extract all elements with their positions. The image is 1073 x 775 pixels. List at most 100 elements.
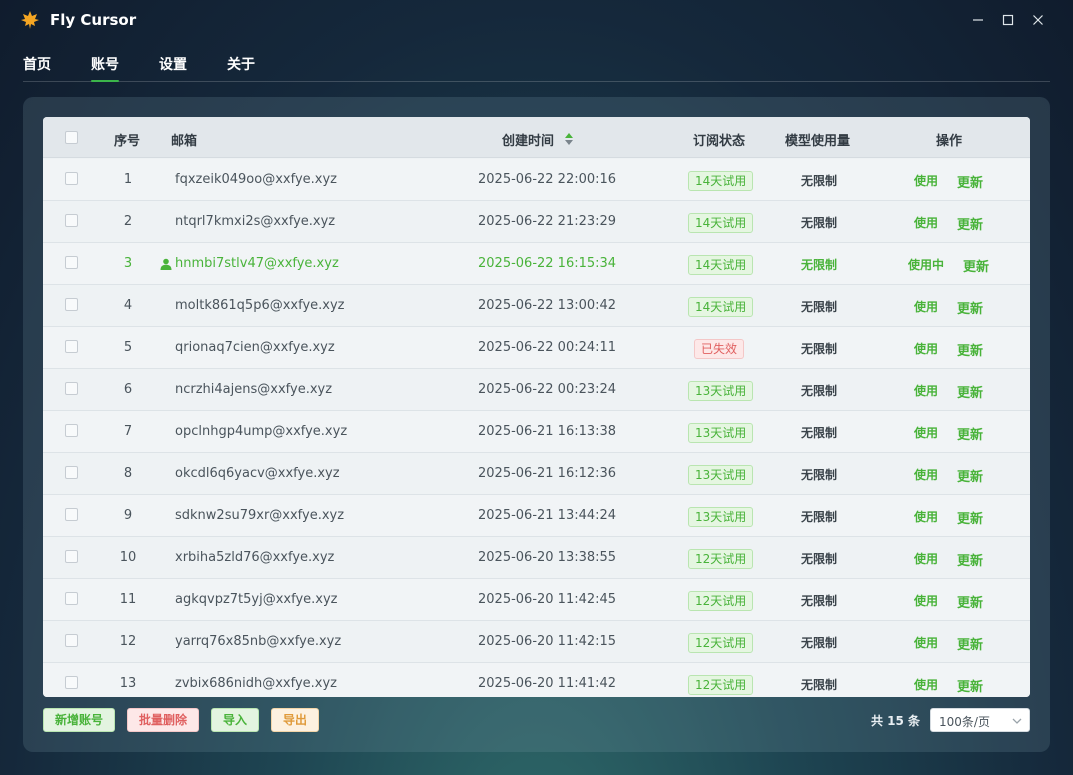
update-button[interactable]: 更新 — [957, 508, 983, 527]
status-badge: 14天试用 — [688, 171, 754, 191]
update-button[interactable]: 更新 — [957, 172, 983, 191]
table-row: 6 ncrzhi4ajens@xxfye.xyz 2025-06-22 00:23:… — [43, 369, 1030, 411]
tab-home[interactable]: 首页 — [23, 54, 51, 74]
table-row: 12 yarrq76x85nb@xxfye.xyz 2025-06-20 11:42… — [43, 621, 1030, 663]
maximize-icon — [1002, 14, 1014, 26]
use-button[interactable]: 使用 — [914, 214, 938, 231]
row-created: 2025-06-22 22:00:16 — [478, 172, 617, 187]
use-button[interactable]: 使用 — [914, 424, 938, 441]
row-created: 2025-06-20 11:41:42 — [478, 676, 617, 691]
row-usage: 无限制 — [801, 384, 838, 398]
chevron-down-icon — [1012, 718, 1022, 724]
update-button[interactable]: 更新 — [957, 340, 983, 359]
close-button[interactable] — [1028, 10, 1048, 30]
use-button[interactable]: 使用 — [914, 592, 938, 609]
use-button[interactable]: 使用 — [914, 550, 938, 567]
page-size-select[interactable]: 100条/页 — [930, 708, 1030, 732]
row-email: hnmbi7stlv47@xxfye.xyz — [175, 256, 339, 271]
update-button[interactable]: 更新 — [957, 592, 983, 611]
table-row: 1 fqxzeik049oo@xxfye.xyz 2025-06-22 22:00:… — [43, 159, 1030, 201]
table-row: 5 qrionaq7cien@xxfye.xyz 2025-06-22 00:24:… — [43, 327, 1030, 369]
row-email: ncrzhi4ajens@xxfye.xyz — [175, 382, 333, 397]
status-badge: 13天试用 — [688, 423, 754, 443]
user-icon — [160, 258, 172, 270]
status-badge: 14天试用 — [688, 255, 754, 275]
title-bar: Fly Cursor — [0, 0, 1073, 40]
row-usage: 无限制 — [801, 342, 838, 356]
sort-icon[interactable] — [564, 132, 574, 146]
add-account-button[interactable]: 新增账号 — [43, 708, 115, 732]
import-button[interactable]: 导入 — [211, 708, 259, 732]
status-badge: 已失效 — [694, 339, 745, 359]
header-usage: 模型使用量 — [785, 134, 851, 149]
update-button[interactable]: 更新 — [957, 424, 983, 443]
batch-delete-button[interactable]: 批量删除 — [127, 708, 199, 732]
row-created: 2025-06-20 11:42:45 — [478, 592, 617, 607]
table-row: 11 agkqvpz7t5yj@xxfye.xyz 2025-06-20 11:42… — [43, 579, 1030, 621]
update-button[interactable]: 更新 — [957, 634, 983, 653]
use-button[interactable]: 使用 — [914, 382, 938, 399]
row-usage: 无限制 — [801, 300, 838, 314]
table-body: 1 fqxzeik049oo@xxfye.xyz 2025-06-22 22:00:… — [43, 159, 1030, 697]
row-email: ntqrl7kmxi2s@xxfye.xyz — [175, 214, 336, 229]
status-badge: 12天试用 — [688, 549, 754, 569]
update-button[interactable]: 更新 — [957, 214, 983, 233]
maple-leaf-icon — [21, 11, 39, 29]
status-badge: 14天试用 — [688, 213, 754, 233]
update-button[interactable]: 更新 — [963, 256, 989, 275]
total-count: 共 15 条 — [871, 714, 921, 728]
row-usage: 无限制 — [801, 468, 838, 482]
use-button[interactable]: 使用 — [914, 634, 938, 651]
row-email: sdknw2su79xr@xxfye.xyz — [175, 508, 345, 523]
status-badge: 12天试用 — [688, 591, 754, 611]
use-button[interactable]: 使用 — [914, 172, 938, 189]
nav-divider — [23, 81, 1050, 82]
row-usage: 无限制 — [801, 426, 838, 440]
table-row: 4 moltk861q5p6@xxfye.xyz 2025-06-22 13:00:… — [43, 285, 1030, 327]
header-status: 订阅状态 — [693, 134, 746, 149]
use-button[interactable]: 使用 — [914, 340, 938, 357]
row-email: okcdl6q6yacv@xxfye.xyz — [175, 466, 340, 481]
row-created: 2025-06-22 21:23:29 — [478, 214, 617, 229]
tab-accounts[interactable]: 账号 — [91, 54, 119, 74]
row-email: yarrq76x85nb@xxfye.xyz — [175, 634, 342, 649]
use-button[interactable]: 使用 — [914, 466, 938, 483]
page-size-value: 100条/页 — [939, 715, 990, 729]
use-button[interactable]: 使用中 — [908, 256, 944, 273]
table-row: 8 okcdl6q6yacv@xxfye.xyz 2025-06-21 16:12:… — [43, 453, 1030, 495]
select-all-checkbox[interactable] — [65, 131, 78, 144]
active-tab-indicator — [91, 80, 119, 82]
status-badge: 13天试用 — [688, 381, 754, 401]
accounts-table: 序号 邮箱 创建时间 订阅状态 模型使用量 操作 1 fqxzeik049oo@x… — [43, 117, 1030, 697]
tab-settings[interactable]: 设置 — [159, 54, 187, 74]
status-badge: 12天试用 — [688, 675, 754, 695]
row-email: agkqvpz7t5yj@xxfye.xyz — [175, 592, 338, 607]
table-header: 序号 邮箱 创建时间 订阅状态 模型使用量 操作 — [43, 117, 1030, 158]
table-row: 13 zvbix686nidh@xxfye.xyz 2025-06-20 11:41… — [43, 663, 1030, 697]
export-button[interactable]: 导出 — [271, 708, 319, 732]
row-email: moltk861q5p6@xxfye.xyz — [175, 298, 345, 313]
maximize-button[interactable] — [998, 10, 1018, 30]
header-created[interactable]: 创建时间 — [502, 130, 554, 149]
row-usage: 无限制 — [801, 510, 838, 524]
use-button[interactable]: 使用 — [914, 676, 938, 693]
header-index: 序号 — [114, 134, 141, 149]
row-usage: 无限制 — [801, 258, 838, 272]
table-row: 10 xrbiha5zld76@xxfye.xyz 2025-06-20 13:38… — [43, 537, 1030, 579]
update-button[interactable]: 更新 — [957, 466, 983, 485]
update-button[interactable]: 更新 — [957, 676, 983, 695]
minimize-icon — [973, 19, 983, 21]
status-badge: 13天试用 — [688, 507, 754, 527]
minimize-button[interactable] — [968, 10, 988, 30]
update-button[interactable]: 更新 — [957, 382, 983, 401]
row-created: 2025-06-22 00:23:24 — [478, 382, 617, 397]
table-row: 9 sdknw2su79xr@xxfye.xyz 2025-06-21 13:44:… — [43, 495, 1030, 537]
app-title: Fly Cursor — [50, 11, 137, 29]
use-button[interactable]: 使用 — [914, 508, 938, 525]
update-button[interactable]: 更新 — [957, 550, 983, 569]
row-usage: 无限制 — [801, 594, 838, 608]
status-badge: 13天试用 — [688, 465, 754, 485]
update-button[interactable]: 更新 — [957, 298, 983, 317]
use-button[interactable]: 使用 — [914, 298, 938, 315]
tab-about[interactable]: 关于 — [227, 54, 255, 74]
